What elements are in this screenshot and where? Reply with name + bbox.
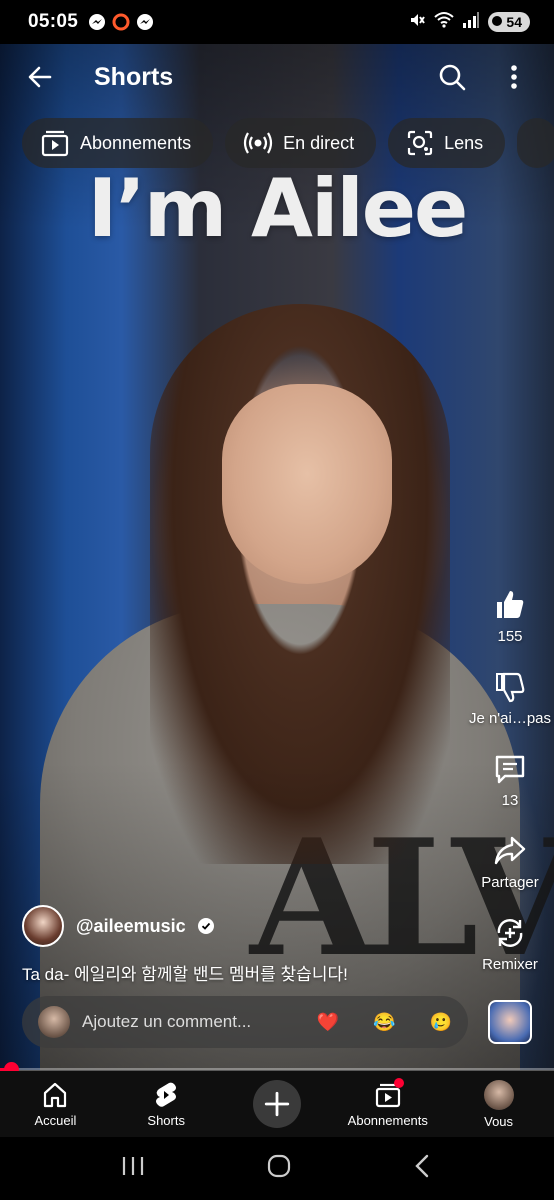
remix-icon	[497, 919, 523, 947]
comments-count: 13	[501, 792, 519, 809]
chip-subscriptions[interactable]: Abonnements	[22, 118, 214, 168]
nav-subscriptions[interactable]: Abonnements	[332, 1071, 443, 1137]
video-overlay-title: I’m Ailee	[87, 162, 469, 255]
chip-lens[interactable]: Lens	[388, 118, 506, 168]
live-icon	[243, 132, 273, 154]
status-time: 05:05	[28, 11, 79, 32]
system-nav-bar	[0, 1137, 554, 1200]
back-button[interactable]	[20, 57, 60, 97]
like-count: 155	[497, 628, 523, 645]
channel-handle[interactable]: @aileemusic	[76, 916, 186, 937]
back-nav-button[interactable]	[412, 1153, 434, 1184]
nav-home[interactable]: Accueil	[0, 1071, 111, 1137]
status-bar: 05:05 54	[0, 0, 554, 44]
avatar	[483, 1079, 514, 1110]
filter-chips: Abonnements En direct Lens	[22, 118, 554, 168]
emoji-teary-smile[interactable]: 🥲	[430, 1012, 452, 1033]
nav-label: Shorts	[147, 1112, 185, 1128]
chip-label: En direct	[283, 132, 355, 153]
channel-info[interactable]: @aileemusic	[22, 905, 214, 947]
chevron-left-icon	[415, 1154, 429, 1178]
search-icon	[439, 64, 466, 91]
emoji-laughing[interactable]: 😂	[373, 1012, 395, 1033]
remix-label: Remixer	[482, 956, 538, 973]
like-button[interactable]: 155	[493, 588, 527, 670]
dislike-label: Je n'ai…pas	[468, 710, 552, 727]
nav-you[interactable]: Vous	[443, 1071, 554, 1137]
create-icon	[264, 1091, 290, 1117]
home-icon	[44, 1082, 67, 1107]
wifi-icon	[434, 11, 455, 34]
share-icon	[494, 836, 526, 865]
remix-source-thumbnail[interactable]	[488, 1000, 532, 1044]
notification-dot	[394, 1078, 404, 1088]
nav-create[interactable]	[222, 1071, 333, 1137]
chip-label: Lens	[444, 132, 484, 153]
nav-label: Abonnements	[347, 1112, 428, 1128]
home-circle-icon	[267, 1154, 291, 1178]
mute-icon	[408, 11, 426, 34]
comment-placeholder[interactable]: Ajoutez un comment...	[82, 1012, 251, 1032]
nav-label: Vous	[484, 1113, 514, 1129]
action-column: 155 Je n'ai…pas 13 Partager Remixer	[462, 588, 554, 998]
chip-label: Abonnements	[80, 132, 192, 153]
signal-icon	[462, 11, 480, 34]
battery-indicator: 54	[488, 12, 530, 32]
shorts-icon	[156, 1082, 177, 1107]
channel-avatar[interactable]	[22, 905, 64, 947]
recent-apps-icon	[122, 1157, 144, 1175]
comments-button[interactable]: 13	[493, 752, 527, 834]
subscriptions-icon	[41, 130, 69, 157]
search-button[interactable]	[432, 57, 472, 97]
video-caption[interactable]: Ta da- 에일리와 함께할 밴드 멤버를 찾습니다!	[22, 960, 348, 985]
lens-icon	[408, 130, 433, 156]
home-button[interactable]	[266, 1153, 292, 1184]
share-button[interactable]: Partager	[481, 834, 539, 916]
create-button[interactable]	[252, 1080, 301, 1128]
page-title: Shorts	[94, 62, 174, 91]
chip-live[interactable]: En direct	[225, 118, 377, 168]
messenger-icon	[88, 13, 106, 31]
bottom-nav: Accueil Shorts Abonnements Vous	[0, 1071, 554, 1137]
avatar	[38, 1006, 70, 1038]
share-label: Partager	[481, 874, 539, 891]
top-app-bar: Shorts	[0, 44, 554, 110]
back-arrow-icon	[28, 66, 52, 88]
chip-more[interactable]	[517, 118, 554, 168]
record-icon	[112, 13, 130, 31]
thumbs-down-icon	[495, 672, 525, 703]
comment-icon	[495, 755, 525, 784]
emoji-heart[interactable]: ❤️	[317, 1012, 339, 1033]
dislike-button[interactable]: Je n'ai…pas	[469, 670, 551, 752]
more-options-button[interactable]	[494, 57, 534, 97]
recent-apps-button[interactable]	[120, 1155, 146, 1182]
messenger-icon	[136, 13, 154, 31]
nav-label: Accueil	[34, 1112, 77, 1128]
nav-shorts[interactable]: Shorts	[111, 1071, 222, 1137]
verified-badge-icon	[197, 918, 214, 934]
comment-input-bar[interactable]: Ajoutez un comment... ❤️ 😂 🥲	[22, 996, 468, 1048]
thumbs-up-icon	[497, 591, 524, 618]
remix-button[interactable]: Remixer	[482, 916, 538, 998]
more-vertical-icon	[511, 65, 517, 89]
